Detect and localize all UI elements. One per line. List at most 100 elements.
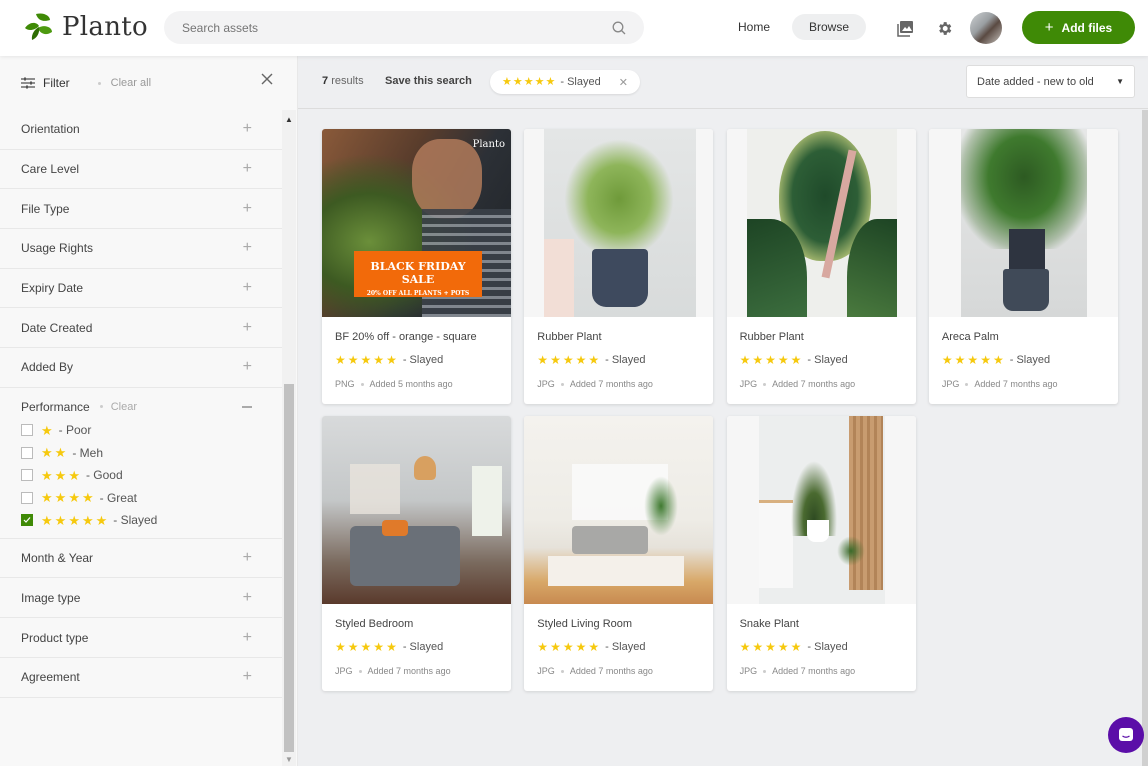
filter-agreement[interactable]: Agreement + <box>0 658 282 698</box>
performance-option[interactable]: ★ ★ ★ ★ ★ - Slayed <box>21 509 252 532</box>
rating-label: - Slayed <box>402 641 444 653</box>
expand-plus-icon[interactable]: + <box>243 200 252 218</box>
asset-card[interactable]: Areca Palm ★ ★ ★ ★ ★ - Slayed JPG Added 7 mont… <box>928 129 1118 404</box>
checkbox[interactable] <box>21 514 33 527</box>
separator-dot <box>965 382 969 386</box>
star-icon: ★ <box>739 640 751 654</box>
asset-title[interactable]: Styled Bedroom <box>335 618 413 630</box>
checkbox[interactable] <box>21 469 33 482</box>
asset-title[interactable]: Rubber Plant <box>740 331 804 343</box>
sort-value: Date added - new to old <box>977 75 1094 88</box>
nav-browse[interactable]: Browse <box>792 14 866 40</box>
checkbox[interactable] <box>21 446 33 459</box>
filter-added-by[interactable]: Added By + <box>0 348 282 388</box>
star-icon: ★ <box>373 640 385 654</box>
remove-chip-icon[interactable]: ✕ <box>619 76 628 89</box>
expand-plus-icon[interactable]: + <box>243 589 252 607</box>
performance-option[interactable]: ★ ★ ★ ★ - Great <box>21 487 252 510</box>
star-icon: ★ <box>335 640 346 654</box>
search-input[interactable] <box>182 20 582 35</box>
scroll-up-arrow-icon[interactable]: ▲ <box>285 115 293 124</box>
sale-title: BLACK FRIDAY SALE <box>370 260 466 286</box>
user-avatar[interactable] <box>970 12 1002 44</box>
expand-plus-icon[interactable]: + <box>243 629 252 647</box>
star-icon: ★ <box>347 353 359 367</box>
chat-icon <box>1119 728 1133 741</box>
asset-thumbnail[interactable] <box>322 416 511 604</box>
checkbox[interactable] <box>21 424 33 437</box>
asset-thumbnail[interactable] <box>524 129 714 317</box>
asset-title[interactable]: Rubber Plant <box>537 331 601 343</box>
filter-product-type[interactable]: Product type + <box>0 618 282 658</box>
asset-thumbnail[interactable] <box>928 129 1118 317</box>
clear-all-link[interactable]: Clear all <box>111 77 151 89</box>
filter-date-created[interactable]: Date Created + <box>0 308 282 349</box>
active-filter-chip[interactable]: ★ ★ ★ ★ ★ - Slayed ✕ <box>490 70 640 94</box>
filter-usage-rights[interactable]: Usage Rights + <box>0 229 282 269</box>
filter-orientation[interactable]: Orientation + <box>0 110 282 150</box>
nav-home[interactable]: Home <box>738 20 770 34</box>
filter-label: Month & Year <box>21 551 94 566</box>
star-icon: ★ <box>562 640 574 654</box>
performance-option[interactable]: ★ ★ - Meh <box>21 441 252 464</box>
asset-meta: JPG Added 7 months ago <box>740 379 856 389</box>
expand-plus-icon[interactable]: + <box>243 549 252 567</box>
expand-plus-icon[interactable]: + <box>243 279 252 297</box>
added-date: Added 7 months ago <box>569 666 653 676</box>
expand-plus-icon[interactable]: + <box>243 120 252 138</box>
chat-launcher-button[interactable] <box>1108 717 1144 753</box>
asset-title[interactable]: Areca Palm <box>942 331 999 343</box>
scrollbar-thumb[interactable] <box>284 384 294 752</box>
filter-expiry-date[interactable]: Expiry Date + <box>0 269 282 309</box>
performance-option[interactable]: ★ ★ ★ - Good <box>21 464 252 487</box>
asset-card[interactable]: Rubber Plant ★ ★ ★ ★ ★ - Slayed JPG Added 7 mo… <box>726 129 916 404</box>
collapse-minus-icon[interactable] <box>242 405 252 408</box>
asset-thumbnail[interactable] <box>524 416 714 604</box>
expand-plus-icon[interactable]: + <box>243 319 252 337</box>
asset-thumbnail[interactable] <box>726 416 916 604</box>
filter-header: Filter Clear all <box>0 56 297 110</box>
filter-label: Care Level <box>21 162 80 177</box>
asset-thumbnail[interactable]: Planto BLACK FRIDAY SALE 20% OFF ALL PLA… <box>322 129 511 317</box>
asset-title[interactable]: BF 20% off - orange - square <box>335 331 477 343</box>
checkbox[interactable] <box>21 491 33 504</box>
gallery-icon[interactable] <box>895 18 915 38</box>
expand-plus-icon[interactable]: + <box>243 668 252 686</box>
asset-title[interactable]: Snake Plant <box>740 618 799 630</box>
expand-plus-icon[interactable]: + <box>243 358 252 376</box>
rating-stars: ★ ★ ★ ★ <box>41 491 96 504</box>
save-search-button[interactable]: Save this search <box>385 75 472 87</box>
filter-image-type[interactable]: Image type + <box>0 578 282 619</box>
performance-header[interactable]: Performance Clear <box>21 398 252 416</box>
asset-thumbnail[interactable] <box>726 129 916 317</box>
asset-card[interactable]: Styled Living Room ★ ★ ★ ★ ★ - Slayed JPG Adde… <box>524 416 714 691</box>
filter-month-year[interactable]: Month & Year + <box>0 539 282 579</box>
sidebar-scrollbar[interactable]: ▲ ▼ <box>282 110 296 766</box>
added-date: Added 7 months ago <box>569 379 653 389</box>
performance-option[interactable]: ★ - Poor <box>21 419 252 442</box>
scroll-down-arrow-icon[interactable]: ▼ <box>285 755 293 764</box>
expand-plus-icon[interactable]: + <box>243 160 252 178</box>
option-label: - Good <box>85 468 123 483</box>
filter-care-level[interactable]: Care Level + <box>0 150 282 190</box>
search-icon[interactable] <box>612 21 626 35</box>
rating-stars: ★ ★ ★ ★ ★ <box>740 641 804 653</box>
asset-title[interactable]: Styled Living Room <box>537 618 632 630</box>
asset-card[interactable]: Snake Plant ★ ★ ★ ★ ★ - Slayed JPG Added 7 mon… <box>726 416 916 691</box>
logo[interactable]: Planto <box>22 10 148 44</box>
filter-label: File Type <box>21 201 70 216</box>
asset-card[interactable]: Rubber Plant ★ ★ ★ ★ ★ - Slayed JPG Added 7 mo… <box>524 129 714 404</box>
add-files-button[interactable]: + Add files <box>1022 11 1135 44</box>
gear-icon[interactable] <box>934 18 954 38</box>
sort-dropdown[interactable]: Date added - new to old ▼ <box>966 65 1135 98</box>
main-scrollbar[interactable] <box>1142 110 1148 766</box>
asset-card[interactable]: Styled Bedroom ★ ★ ★ ★ ★ - Slayed JPG Added 7 … <box>322 416 511 691</box>
search-bar[interactable] <box>164 11 644 44</box>
asset-card[interactable]: Planto BLACK FRIDAY SALE 20% OFF ALL PLA… <box>322 129 511 404</box>
close-icon[interactable] <box>261 73 273 85</box>
filter-list: Orientation + Care Level + File Type + Usage R… <box>0 110 282 698</box>
star-icon: ★ <box>550 640 561 654</box>
expand-plus-icon[interactable]: + <box>243 239 252 257</box>
filter-file-type[interactable]: File Type + <box>0 189 282 230</box>
performance-clear-link[interactable]: Clear <box>111 401 137 413</box>
